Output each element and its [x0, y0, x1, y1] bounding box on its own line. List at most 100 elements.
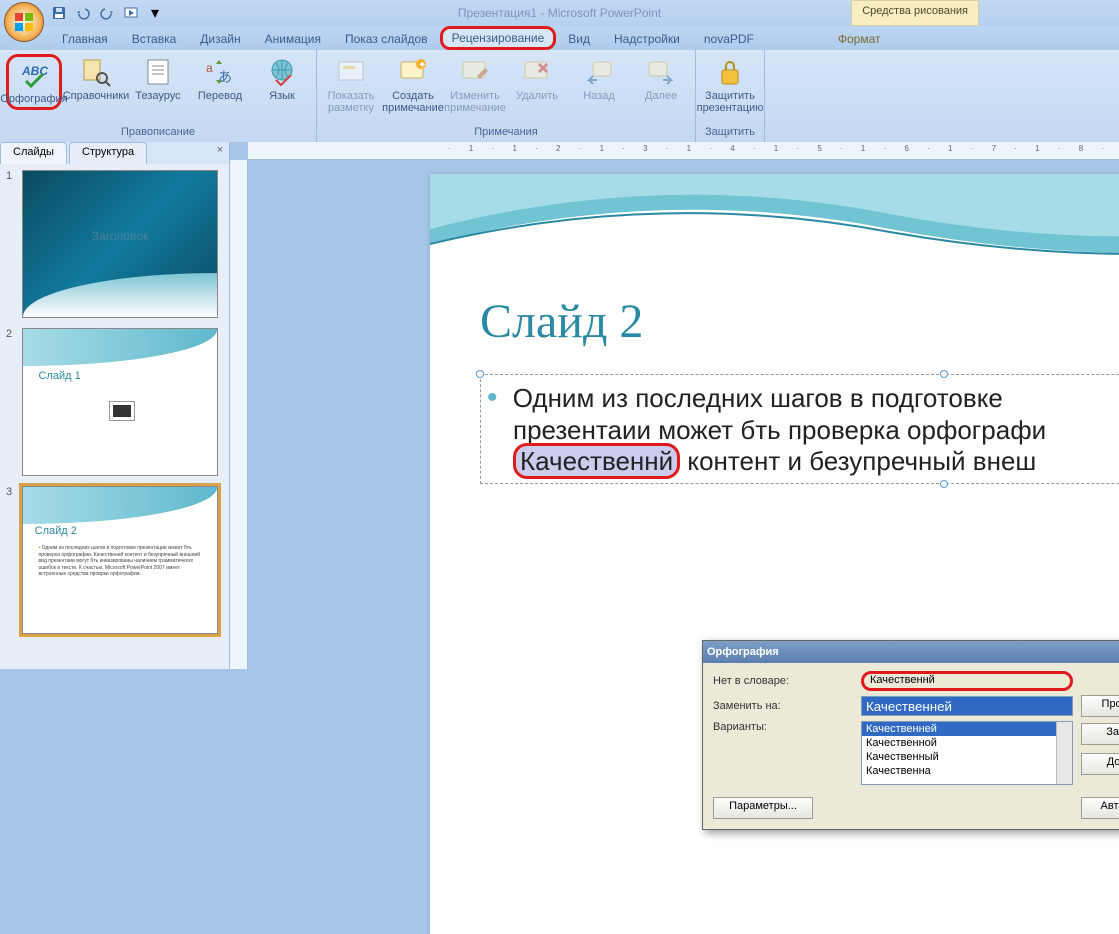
suggestion-item[interactable]: Качественней [862, 722, 1072, 736]
title-bar: ▾ Презентация1 - Microsoft PowerPoint Ср… [0, 0, 1119, 26]
show-markup-button[interactable]: Показать разметку [323, 54, 379, 116]
thumbnail-1[interactable]: 1 Заголовок [6, 170, 223, 318]
tab-format[interactable]: Формат [826, 28, 893, 50]
new-comment-label: Создать примечание [382, 90, 444, 114]
thumb2-title: Слайд 1 [39, 370, 81, 382]
group-proofing-label: Правописание [6, 126, 310, 140]
research-label: Справочники [63, 90, 130, 102]
svg-text:あ: あ [218, 69, 232, 85]
resize-handle[interactable] [476, 370, 484, 378]
show-markup-label: Показать разметку [328, 90, 375, 114]
svg-text:✦: ✦ [418, 60, 426, 71]
window-title: Презентация1 - Microsoft PowerPoint [458, 6, 661, 20]
ribbon-group-comments: Показать разметку ✦ Создать примечание И… [317, 50, 696, 142]
protect-button[interactable]: Защитить презентацию [702, 54, 758, 116]
not-in-dict-label: Нет в словаре: [713, 675, 853, 687]
thumbnail-3[interactable]: 3 Слайд 2Одним из последних шагов в подг… [6, 486, 223, 634]
body-line3: контент и безупречный внеш [680, 446, 1036, 476]
thesaurus-icon [142, 56, 174, 88]
ignore-button[interactable]: Пропустить [1081, 695, 1119, 717]
save-icon[interactable] [50, 4, 68, 22]
translate-button[interactable]: aあ Перевод [192, 54, 248, 104]
thumb-number: 2 [6, 328, 16, 476]
delete-comment-button[interactable]: Удалить [509, 54, 565, 104]
contextual-tab-label: Средства рисования [851, 0, 979, 26]
translate-icon: aあ [204, 56, 236, 88]
suggestion-item[interactable]: Качественна [862, 764, 1072, 778]
tab-view[interactable]: Вид [556, 28, 602, 50]
tab-design[interactable]: Дизайн [188, 28, 252, 50]
ruler-ticks: · 1 · 1 · 2 · 1 · 3 · 1 · 4 · 1 · 5 · 1 … [248, 144, 1119, 153]
panel-close-icon[interactable]: × [211, 142, 229, 164]
next-comment-button[interactable]: Далее [633, 54, 689, 104]
misspelled-word[interactable]: Качественнй [513, 443, 680, 479]
tab-addins[interactable]: Надстройки [602, 28, 692, 50]
thumbnail-2[interactable]: 2 Слайд 1 [6, 328, 223, 476]
tab-review[interactable]: Рецензирование [440, 26, 557, 50]
language-button[interactable]: Язык [254, 54, 310, 104]
change-to-input[interactable] [861, 696, 1073, 716]
suggestion-item[interactable]: Качественной [862, 736, 1072, 750]
tab-insert[interactable]: Вставка [120, 28, 189, 50]
vertical-ruler [230, 160, 248, 669]
svg-text:a: a [206, 61, 213, 75]
panel-tabs: Слайды Структура × [0, 142, 229, 164]
translate-label: Перевод [198, 90, 242, 102]
thumb1-title: Заголовок [23, 229, 217, 243]
svg-text:ABC: ABC [21, 64, 48, 78]
edit-comment-button[interactable]: Изменить примечание [447, 54, 503, 116]
resize-handle[interactable] [940, 480, 948, 488]
body-line1: Одним из последних шагов в подготовке [513, 383, 1003, 413]
suggestions-list[interactable]: Качественней Качественной Качественный К… [861, 721, 1073, 785]
markup-icon [335, 56, 367, 88]
group-protect-label: Защитить [702, 126, 758, 140]
not-in-dict-value: Качественнй [861, 671, 1073, 691]
research-button[interactable]: Справочники [68, 54, 124, 104]
options-button[interactable]: Параметры... [713, 797, 813, 819]
resize-handle[interactable] [940, 370, 948, 378]
tab-novapdf[interactable]: novaPDF [692, 28, 766, 50]
dialog-title: Орфография [707, 646, 779, 658]
thumb-number: 1 [6, 170, 16, 318]
tab-slideshow[interactable]: Показ слайдов [333, 28, 440, 50]
slide-title[interactable]: Слайд 2 [480, 294, 643, 349]
language-label: Язык [269, 90, 295, 102]
prev-comment-button[interactable]: Назад [571, 54, 627, 104]
slide-thumbnails: 1 Заголовок 2 Слайд 1 3 Слайд 2Одним из … [0, 164, 229, 669]
picture-icon [110, 402, 134, 420]
spelling-label: Орфография [0, 93, 67, 105]
add-button[interactable]: Добавить [1081, 753, 1119, 775]
change-button[interactable]: Заменить [1081, 723, 1119, 745]
slide-panel: Слайды Структура × 1 Заголовок 2 Слайд 1… [0, 142, 230, 669]
ribbon-tabs: Главная Вставка Дизайн Анимация Показ сл… [0, 26, 1119, 50]
office-button[interactable] [4, 2, 44, 42]
slide-wave-graphic [430, 174, 1119, 294]
ribbon-group-proofing: ABC Орфография Справочники Тезаурус aあ П… [0, 50, 317, 142]
thumb3-title: Слайд 2 [35, 525, 77, 537]
suggestion-item[interactable]: Качественный [862, 750, 1072, 764]
tab-outline[interactable]: Структура [69, 142, 147, 164]
dialog-titlebar[interactable]: Орфография ? × [703, 641, 1119, 663]
slide-body-textbox[interactable]: • Одним из последних шагов в подготовке … [480, 374, 1119, 484]
main-area: Слайды Структура × 1 Заголовок 2 Слайд 1… [0, 142, 1119, 669]
thumb-number: 3 [6, 486, 16, 634]
scrollbar[interactable] [1056, 722, 1072, 784]
tab-home[interactable]: Главная [50, 28, 120, 50]
protect-label: Защитить презентацию [697, 90, 764, 114]
autocorrect-button[interactable]: Автозамена [1081, 797, 1119, 819]
undo-icon[interactable] [74, 4, 92, 22]
tab-animations[interactable]: Анимация [253, 28, 333, 50]
ribbon: ABC Орфография Справочники Тезаурус aあ П… [0, 50, 1119, 142]
suggestions-label: Варианты: [713, 721, 853, 733]
next-label: Далее [645, 90, 677, 102]
group-comments-label: Примечания [323, 126, 689, 140]
redo-icon[interactable] [98, 4, 116, 22]
slideshow-icon[interactable] [122, 4, 140, 22]
thesaurus-label: Тезаурус [135, 90, 180, 102]
spelling-button[interactable]: ABC Орфография [6, 54, 62, 110]
thesaurus-button[interactable]: Тезаурус [130, 54, 186, 104]
qat-dropdown-icon[interactable]: ▾ [146, 4, 164, 22]
new-comment-button[interactable]: ✦ Создать примечание [385, 54, 441, 116]
delete-comment-label: Удалить [516, 90, 558, 102]
tab-slides[interactable]: Слайды [0, 142, 67, 164]
